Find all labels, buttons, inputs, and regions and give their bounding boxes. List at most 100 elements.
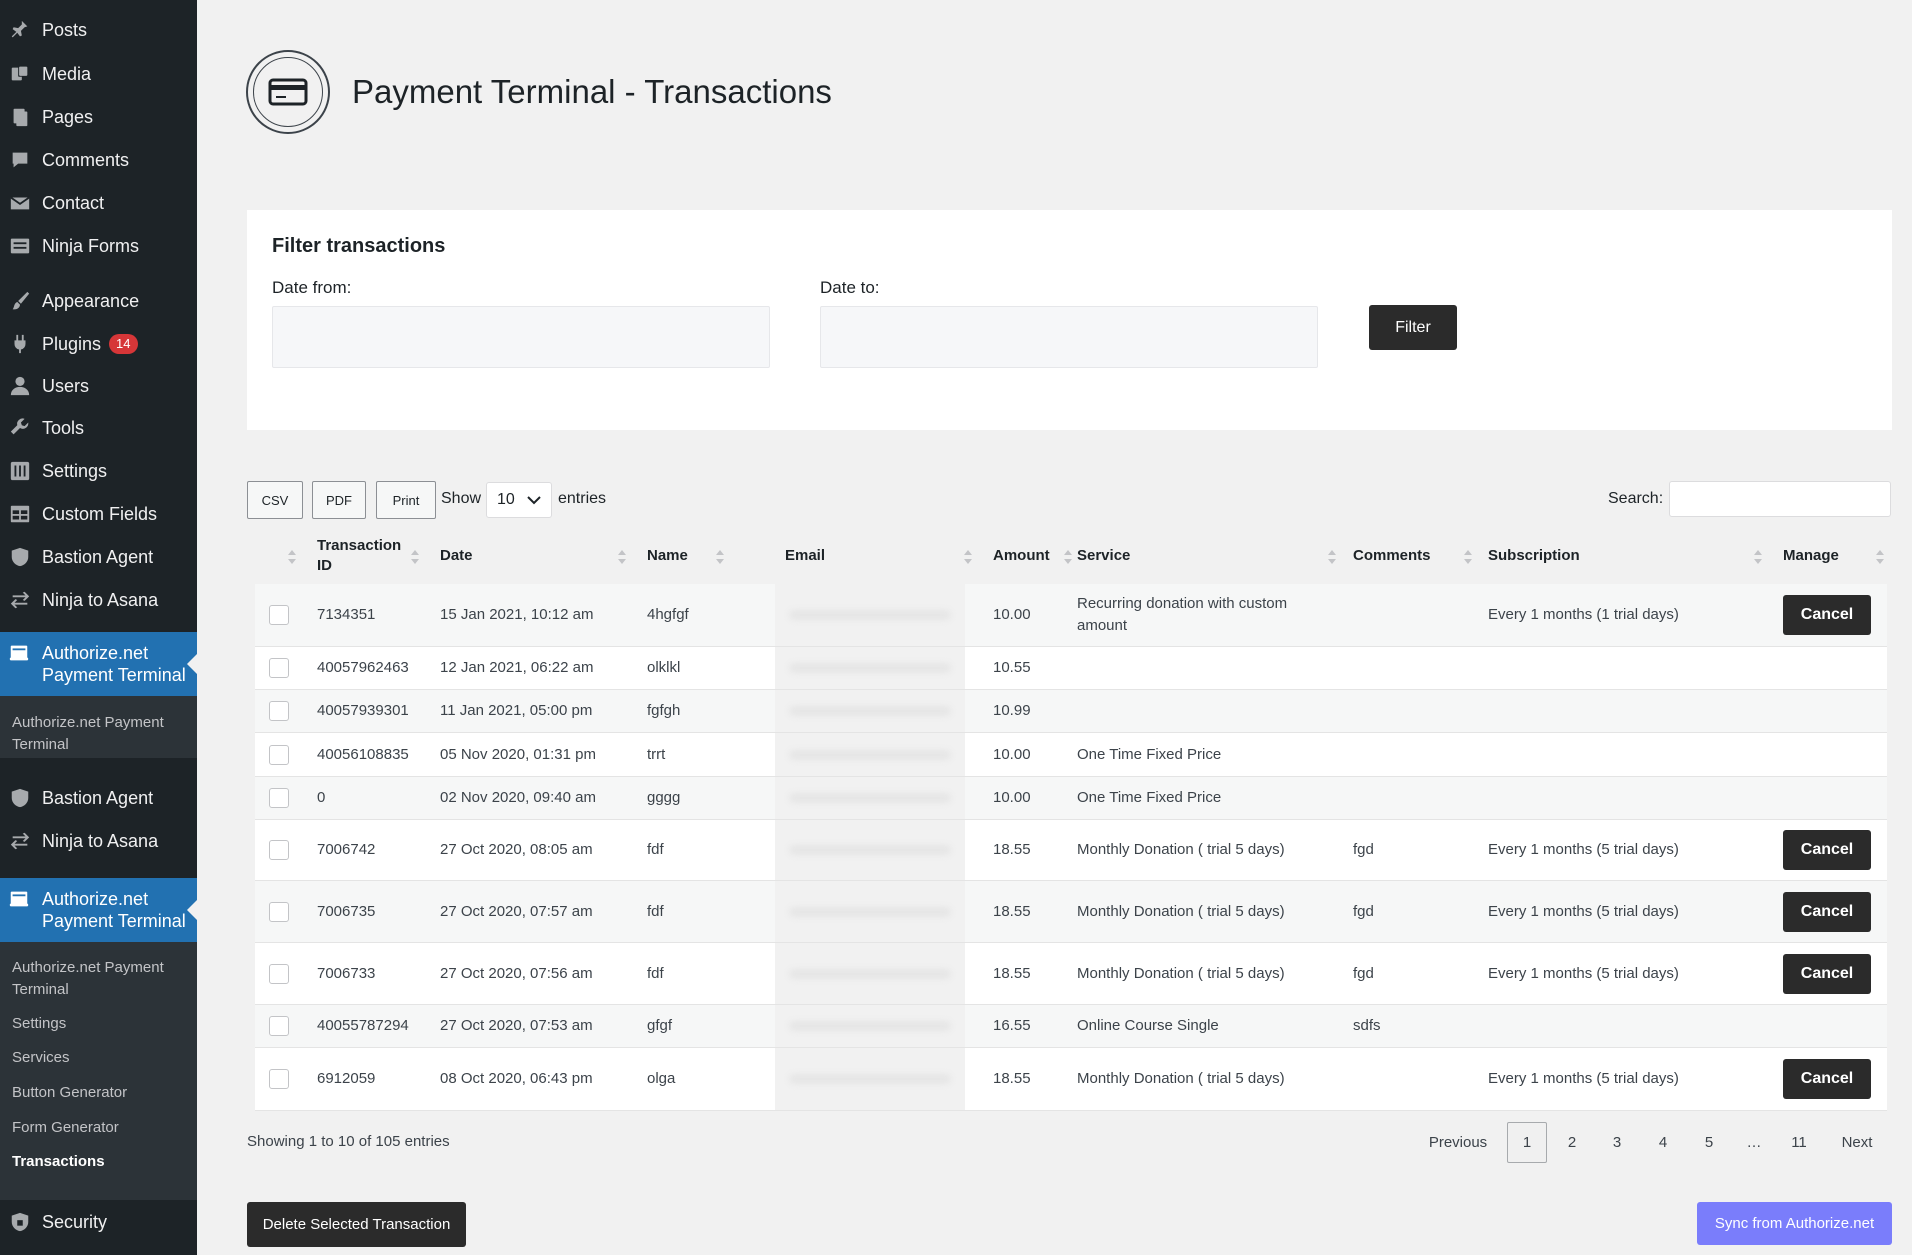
cancel-subscription-button[interactable]: Cancel xyxy=(1783,595,1871,635)
row-checkbox[interactable] xyxy=(269,840,289,860)
entries-label: entries xyxy=(558,490,607,507)
row-checkbox[interactable] xyxy=(269,901,289,922)
terminal-icon xyxy=(8,642,32,666)
sidebar-item-custom-fields[interactable]: Custom Fields xyxy=(0,494,197,534)
col-comments[interactable]: Comments xyxy=(1353,528,1431,584)
media-icon xyxy=(8,62,32,86)
row-checkbox[interactable] xyxy=(269,963,289,984)
cancel-subscription-button[interactable]: Cancel xyxy=(1783,953,1871,994)
cell-email-redacted xyxy=(775,733,965,776)
csv-button[interactable]: CSV xyxy=(247,481,303,519)
cell-transaction-id: 0 xyxy=(317,789,326,806)
sidebar-item-authorize-net[interactable]: Authorize.net Payment Terminal xyxy=(0,632,197,696)
sidebar-item-contact[interactable]: Contact xyxy=(0,183,197,223)
cell-name: trrt xyxy=(647,745,666,763)
col-service[interactable]: Service xyxy=(1077,528,1130,584)
sort-subscription-icon[interactable] xyxy=(1753,549,1763,565)
sidebar-item-ninja-forms[interactable]: Ninja Forms xyxy=(0,226,197,266)
sidebar-item-ninja-to-asana[interactable]: Ninja to Asana xyxy=(0,580,197,620)
sort-manage-icon[interactable] xyxy=(1875,549,1885,565)
cell-email-redacted xyxy=(775,1005,965,1047)
print-button[interactable]: Print xyxy=(376,481,436,519)
sidebar-item-settings[interactable]: Settings xyxy=(0,451,197,491)
cancel-subscription-button[interactable]: Cancel xyxy=(1783,1059,1871,1099)
sidebar-item-appearance[interactable]: Appearance xyxy=(0,281,197,321)
pagination-next[interactable]: Next xyxy=(1834,1122,1880,1163)
row-checkbox[interactable] xyxy=(269,1069,289,1089)
row-checkbox[interactable] xyxy=(269,1016,289,1036)
col-email[interactable]: Email xyxy=(785,528,825,584)
submenu-item-form-generator[interactable]: Form Generator xyxy=(12,1117,192,1139)
table-row: 40057939301 11 Jan 2021, 05:00 pm fgfgh 10.… xyxy=(255,690,1887,733)
date-from-input[interactable] xyxy=(272,306,770,368)
cancel-subscription-button[interactable]: Cancel xyxy=(1783,891,1871,932)
col-subscription[interactable]: Subscription xyxy=(1488,528,1580,584)
sync-authorize-button[interactable]: Sync from Authorize.net xyxy=(1697,1202,1892,1245)
sidebar-item-custom-fields-partial[interactable]: Custom Fields xyxy=(0,758,197,766)
delete-selected-button[interactable]: Delete Selected Transaction xyxy=(247,1202,466,1247)
sidebar-item-security[interactable]: Security xyxy=(0,1202,197,1242)
pagination-page[interactable]: 3 xyxy=(1597,1122,1637,1163)
sort-comments-icon[interactable] xyxy=(1327,549,1337,565)
settings-icon xyxy=(8,459,32,483)
row-checkbox[interactable] xyxy=(269,788,289,808)
submenu-item-button-generator[interactable]: Button Generator xyxy=(12,1082,192,1104)
col-date[interactable]: Date xyxy=(440,528,473,584)
submenu-item-transactions[interactable]: Transactions xyxy=(12,1151,192,1173)
table-row: 7006733 27 Oct 2020, 07:56 am fdf 18.55 Mont… xyxy=(255,943,1887,1005)
pagination-previous[interactable]: Previous xyxy=(1425,1122,1491,1163)
sort-email-icon[interactable] xyxy=(715,549,725,565)
sidebar-item-pages[interactable]: Pages xyxy=(0,97,197,137)
cell-comments: fgd xyxy=(1353,902,1374,920)
sidebar-item-label: Bastion Agent xyxy=(42,546,154,567)
sidebar-item-media[interactable]: Media xyxy=(0,54,197,94)
pagination-page[interactable]: 2 xyxy=(1552,1122,1592,1163)
sidebar-item-tools[interactable]: Tools xyxy=(0,408,197,448)
cell-service: One Time Fixed Price xyxy=(1077,789,1222,806)
cell-transaction-id: 7006733 xyxy=(317,964,376,982)
row-checkbox[interactable] xyxy=(269,658,289,678)
sidebar-item-posts[interactable]: Posts xyxy=(0,10,197,50)
cell-transaction-id: 40056108835 xyxy=(317,745,409,763)
pagination-page[interactable]: 11 xyxy=(1779,1122,1819,1163)
sidebar-item-comments[interactable]: Comments xyxy=(0,140,197,180)
col-transaction-id[interactable]: Transaction ID xyxy=(317,528,407,584)
date-to-input[interactable] xyxy=(820,306,1318,368)
col-name[interactable]: Name xyxy=(647,528,688,584)
terminal-icon xyxy=(8,888,32,912)
pdf-button[interactable]: PDF xyxy=(312,481,366,519)
row-checkbox[interactable] xyxy=(269,744,289,765)
submenu-item-services[interactable]: Services xyxy=(12,1047,192,1069)
sidebar-item-authorize-net-current[interactable]: Authorize.net Payment Terminal xyxy=(0,878,197,942)
sort-date-icon[interactable] xyxy=(410,549,420,565)
chevron-down-icon xyxy=(527,496,541,505)
col-amount[interactable]: Amount xyxy=(993,528,1050,584)
row-checkbox[interactable] xyxy=(269,605,289,625)
table-row: 0 02 Nov 2020, 09:40 am gggg 10.00 One Time … xyxy=(255,777,1887,820)
search-input[interactable] xyxy=(1669,481,1891,517)
cancel-subscription-button[interactable]: Cancel xyxy=(1783,830,1871,870)
sort-service-icon[interactable] xyxy=(1063,549,1073,565)
sidebar-item-plugins[interactable]: Plugins 14 xyxy=(0,324,197,364)
sidebar-item-bastion-agent[interactable]: Bastion Agent xyxy=(0,537,197,577)
submenu-item-settings[interactable]: Settings xyxy=(12,1013,192,1035)
sort-comments2-icon[interactable] xyxy=(1463,549,1473,565)
sort-name-icon[interactable] xyxy=(617,549,627,565)
flyout-item-authorize-net[interactable]: Authorize.net Payment Terminal xyxy=(12,712,192,756)
filter-button[interactable]: Filter xyxy=(1369,305,1457,350)
sort-tid-icon[interactable] xyxy=(287,549,297,565)
entries-select[interactable]: 10 xyxy=(486,482,552,518)
pagination-page[interactable]: 5 xyxy=(1689,1122,1729,1163)
cell-transaction-id: 40057962463 xyxy=(317,659,409,676)
sidebar-item-users[interactable]: Users xyxy=(0,366,197,406)
cell-date: 27 Oct 2020, 07:57 am xyxy=(440,902,593,920)
sidebar-item-ninja-to-asana-repeat[interactable]: Ninja to Asana xyxy=(0,821,197,861)
sort-amount-icon[interactable] xyxy=(963,549,973,565)
submenu-item-authorize-net-payment-terminal[interactable]: Authorize.net Payment Terminal xyxy=(12,957,192,1001)
cell-name: fgfgh xyxy=(647,702,681,719)
pagination-page[interactable]: 4 xyxy=(1643,1122,1683,1163)
credit-card-icon xyxy=(268,78,308,106)
row-checkbox[interactable] xyxy=(269,701,289,721)
pagination-page[interactable]: 1 xyxy=(1507,1122,1547,1163)
sidebar-item-bastion-agent-repeat[interactable]: Bastion Agent xyxy=(0,778,197,818)
